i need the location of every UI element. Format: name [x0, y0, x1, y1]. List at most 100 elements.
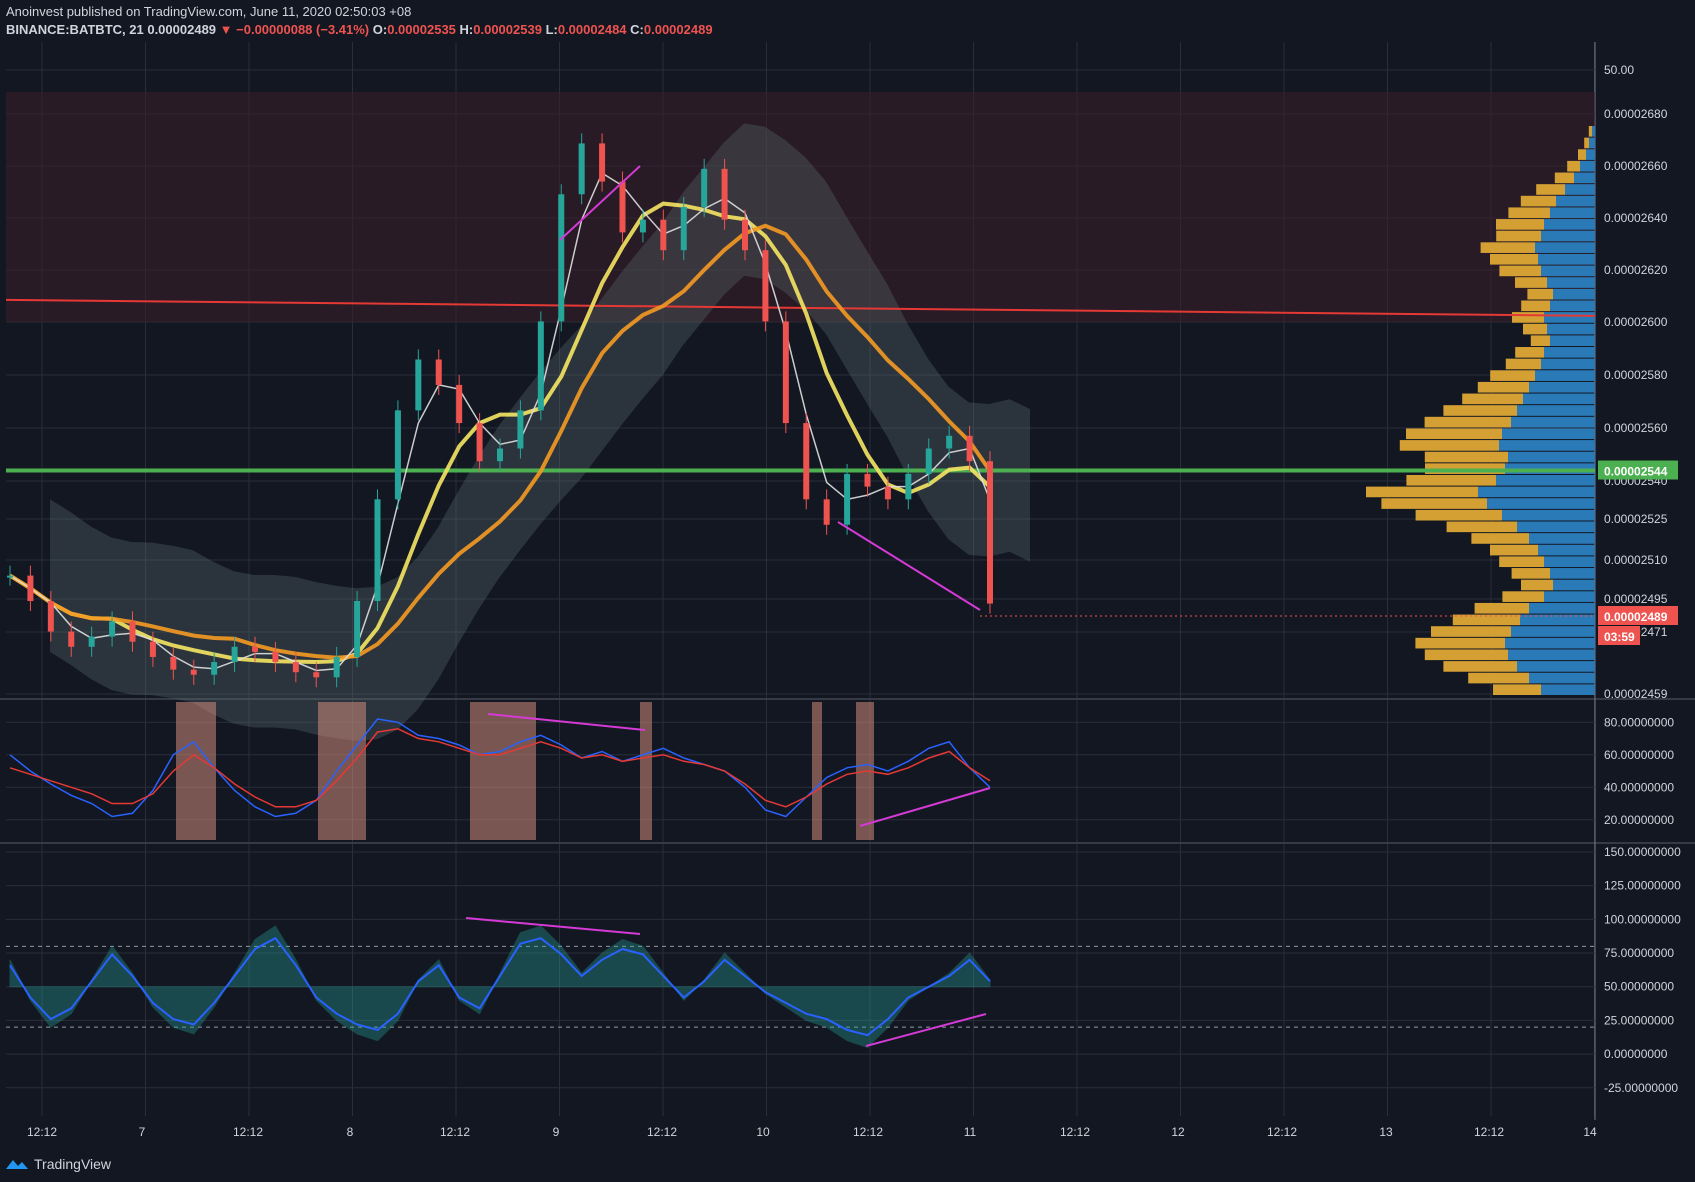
volume-profile-sell-bar [1550, 335, 1595, 347]
volume-profile-buy-bar [1499, 265, 1541, 277]
volume-profile-sell-bar [1508, 451, 1595, 463]
osc2-area [9, 925, 991, 1048]
volume-profile-buy-bar [1505, 358, 1541, 370]
candle-body [537, 321, 544, 411]
candle-body [987, 461, 993, 604]
price-tick-label: 50.00 [1604, 63, 1634, 77]
time-tick-label: 13 [1379, 1125, 1393, 1139]
candle-body [660, 219, 667, 251]
volume-profile-sell-bar [1541, 684, 1595, 695]
volume-profile-sell-bar [1517, 521, 1595, 533]
price-label-text: 03:59 [1604, 630, 1635, 644]
volume-profile-sell-bar [1553, 579, 1595, 591]
volume-profile-buy-bar [1523, 323, 1547, 335]
osc2-tick-label: -25.00000000 [1604, 1081, 1678, 1095]
volume-profile-sell-bar [1499, 440, 1595, 451]
price-tick-label: 0.00002459 [1604, 687, 1668, 701]
volume-profile-sell-bar [1505, 637, 1595, 649]
volume-profile-sell-bar [1544, 556, 1595, 568]
volume-profile-sell-bar [1511, 626, 1595, 637]
volume-profile-sell-bar [1547, 277, 1595, 288]
volume-profile-buy-bar [1584, 137, 1589, 149]
volume-profile-buy-bar [1431, 626, 1511, 637]
candle-body [456, 384, 463, 424]
volume-profile-sell-bar [1511, 416, 1595, 428]
osc1-tick-label: 60.00000000 [1604, 748, 1674, 762]
highlight-zone [812, 702, 822, 840]
highlight-zone [470, 702, 536, 840]
price-tick-label: 0.00002495 [1604, 592, 1668, 606]
time-tick-label: 12:12 [853, 1125, 883, 1139]
divergence-line [859, 787, 991, 827]
candle-body [7, 575, 13, 578]
candle-body [864, 473, 871, 487]
osc2-tick-label: 100.00000000 [1604, 912, 1681, 926]
volume-profile-buy-bar [1554, 172, 1574, 184]
candle-body [170, 656, 177, 670]
volume-profile-sell-bar [1565, 184, 1595, 195]
volume-profile-sell-bar [1535, 370, 1595, 381]
brand-label: TradingView [34, 1156, 112, 1172]
price-tick-label: 0.00002600 [1604, 315, 1668, 329]
chart-canvas[interactable]: 50.00 0.00002680 0.00002660 0.00002640 0.000… [0, 0, 1695, 1182]
volume-profile-buy-bar [1578, 149, 1586, 160]
volume-profile-sell-bar [1541, 358, 1595, 370]
volume-profile-sell-bar [1544, 347, 1595, 358]
candle-body [762, 250, 769, 322]
volume-profile-buy-bar [1508, 207, 1550, 219]
candle-body [905, 473, 912, 500]
volume-profile-sell-bar [1556, 195, 1595, 207]
volume-profile-sell-bar [1544, 219, 1595, 230]
time-tick-label: 12:12 [27, 1125, 57, 1139]
volume-profile-buy-bar [1527, 288, 1553, 300]
candle-body [47, 601, 54, 632]
price-tick-label: 0.00002560 [1604, 421, 1668, 435]
candle-body [292, 662, 299, 673]
volume-profile-sell-bar [1502, 428, 1595, 440]
candle-body [558, 194, 565, 322]
price-label-text: 0.00002544 [1604, 465, 1668, 479]
volume-profile-sell-bar [1502, 509, 1595, 521]
volume-profile-sell-bar [1535, 242, 1595, 253]
volume-profile-buy-bar [1493, 684, 1541, 695]
osc1-tick-label: 40.00000000 [1604, 780, 1674, 794]
volume-profile-buy-bar [1424, 451, 1508, 463]
volume-profile-buy-bar [1536, 184, 1565, 195]
volume-profile-buy-bar [1502, 591, 1544, 602]
candle-body [272, 651, 279, 663]
volume-profile-buy-bar [1490, 370, 1535, 381]
candle-body [517, 410, 524, 449]
tradingview-logo-icon [6, 1160, 28, 1169]
time-tick-label: 12:12 [647, 1125, 677, 1139]
osc2-tick-label: 25.00000000 [1604, 1013, 1674, 1027]
price-tick-label: 0.00002525 [1604, 512, 1668, 526]
time-tick-label: 7 [139, 1125, 146, 1139]
volume-profile-sell-bar [1541, 265, 1595, 277]
volume-profile-sell-bar [1544, 312, 1595, 323]
candle-body [946, 435, 953, 449]
volume-profile-buy-bar [1462, 393, 1523, 405]
candle-body [844, 473, 851, 525]
volume-profile-sell-bar [1550, 568, 1595, 579]
candle-body [435, 359, 442, 385]
candle-body [619, 181, 626, 233]
time-axis: 12:12 7 12:12 8 12:12 9 12:12 10 12:12 11 12:12 12 1… [27, 1125, 1597, 1139]
volume-profile-sell-bar [1517, 661, 1595, 672]
volume-profile-sell-bar [1538, 544, 1595, 556]
volume-profile-buy-bar [1406, 474, 1496, 486]
time-tick-label: 12:12 [233, 1125, 263, 1139]
volume-profile-buy-bar [1424, 649, 1508, 661]
volume-profile-sell-bar [1547, 323, 1595, 335]
volume-profile-buy-bar [1415, 637, 1505, 649]
volume-profile-sell-bar [1586, 149, 1595, 160]
volume-profile-sell-bar [1580, 160, 1595, 172]
volume-profile-buy-bar [1490, 544, 1538, 556]
volume-profile-sell-bar [1538, 253, 1595, 265]
volume-profile-buy-bar [1381, 498, 1487, 509]
volume-profile-sell-bar [1544, 591, 1595, 602]
time-tick-label: 12:12 [440, 1125, 470, 1139]
volume-profile-buy-bar [1567, 160, 1580, 172]
candle-body [701, 168, 708, 207]
candle-body [639, 219, 646, 233]
osc2-tick-label: 150.00000000 [1604, 845, 1681, 859]
